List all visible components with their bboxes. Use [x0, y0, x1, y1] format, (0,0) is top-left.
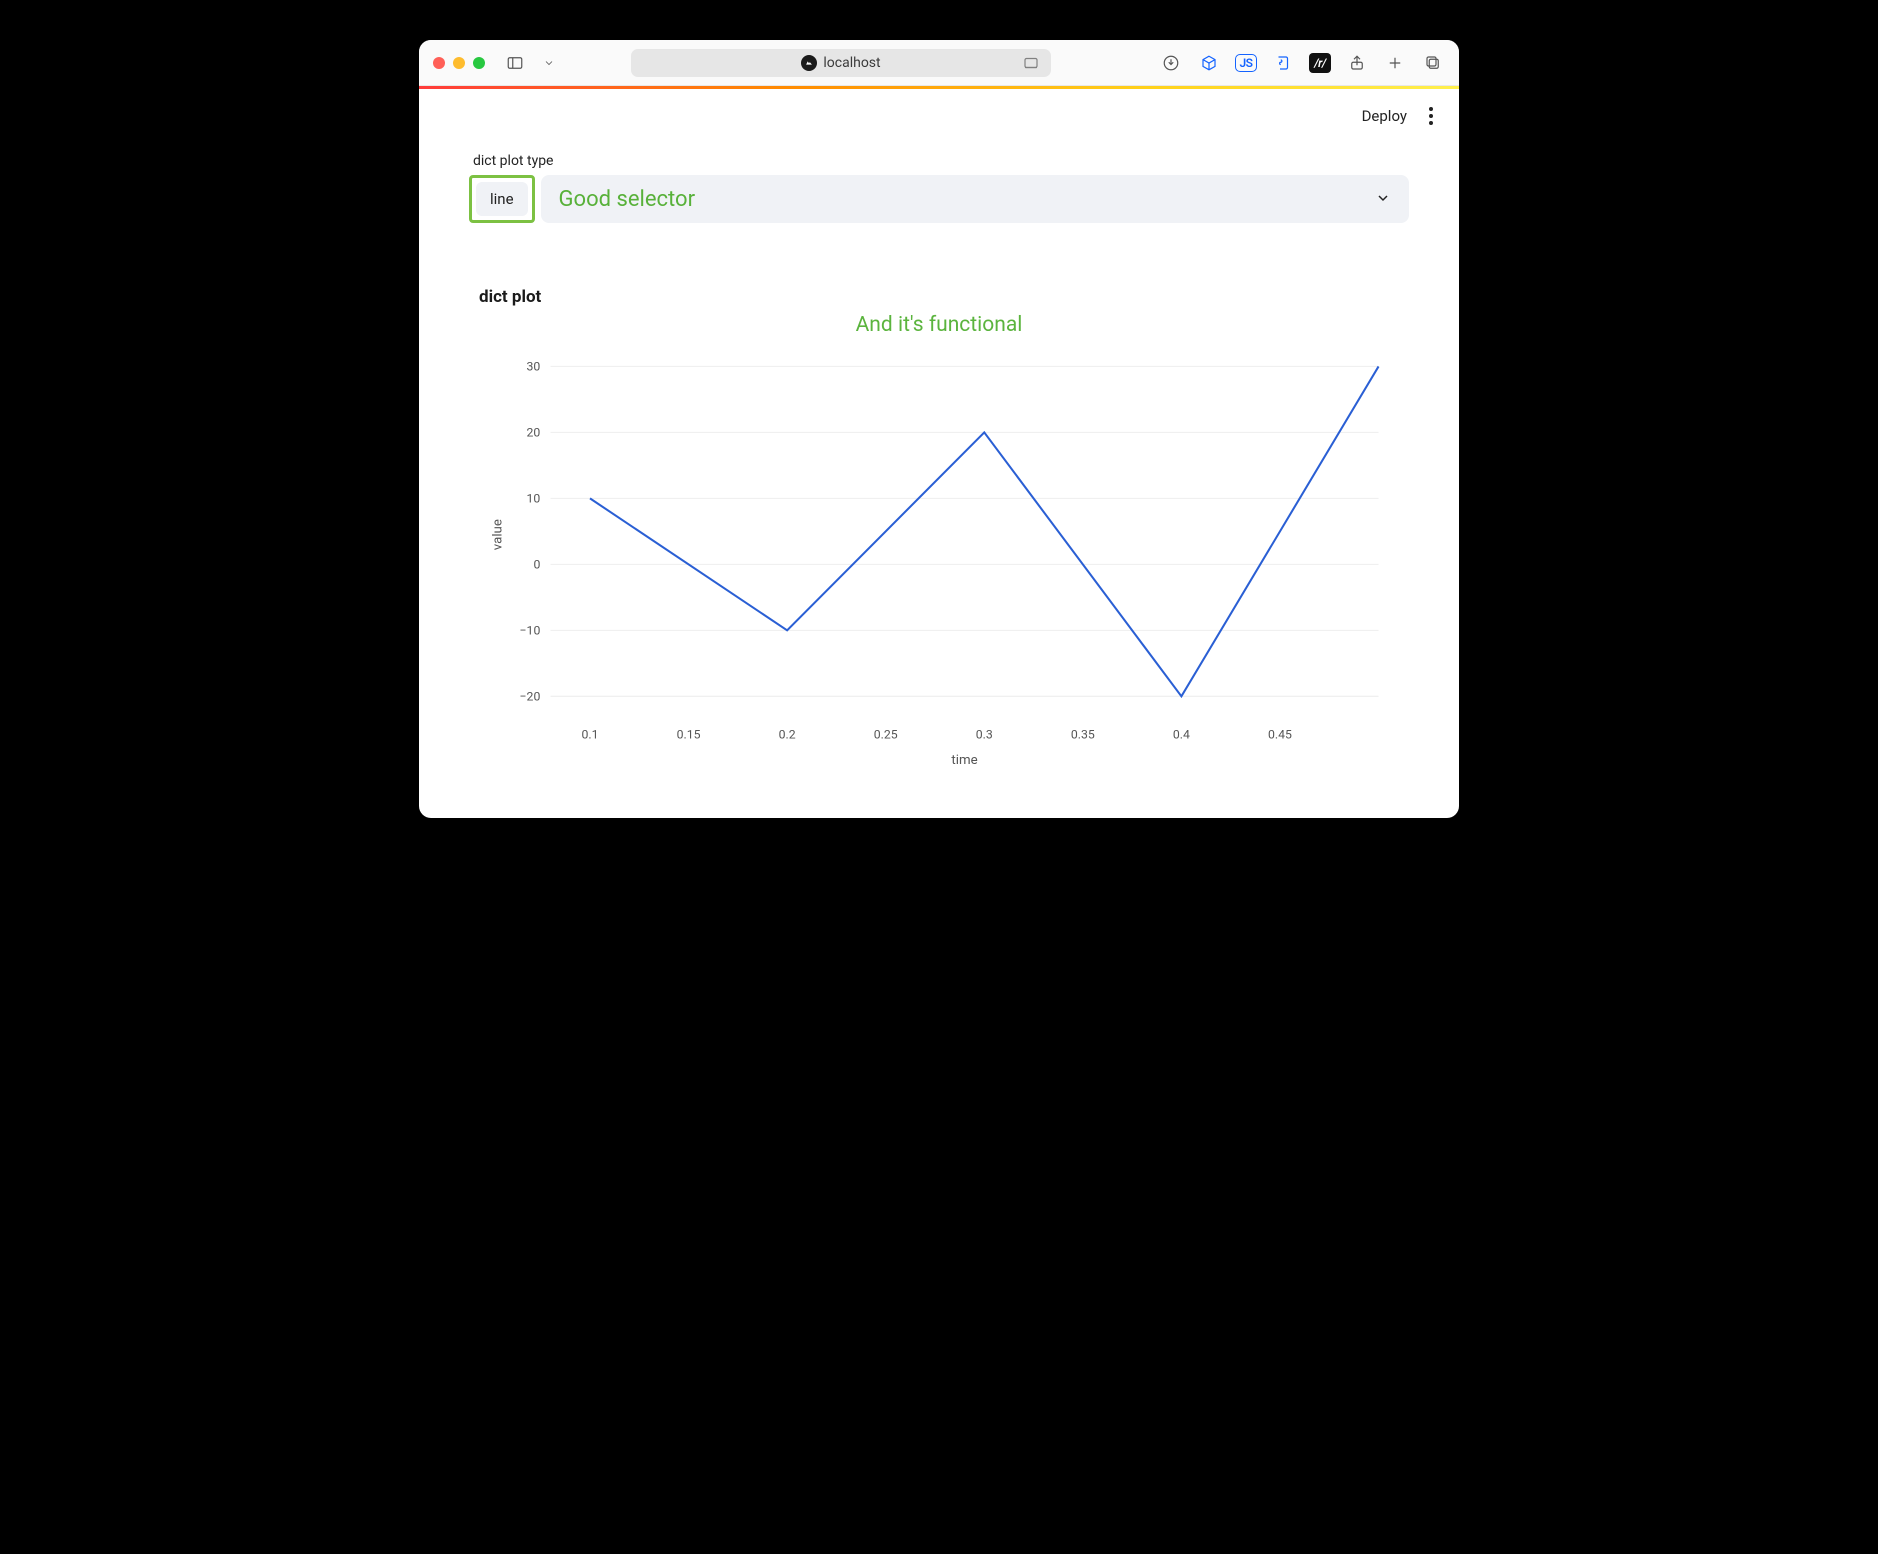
site-favicon-icon — [801, 55, 817, 71]
svg-text:0.3: 0.3 — [976, 728, 993, 742]
cube-extension-icon[interactable] — [1197, 51, 1221, 75]
modebar-home-icon[interactable] — [1391, 263, 1409, 281]
modebar-pan-icon[interactable] — [1251, 263, 1269, 281]
share-icon[interactable] — [1345, 51, 1369, 75]
selectbox-dropdown[interactable]: Good selector — [541, 175, 1409, 223]
chevron-down-icon — [1375, 187, 1391, 212]
genie-extension-icon[interactable] — [1271, 51, 1295, 75]
callout-highlight-box: line — [469, 175, 535, 223]
main-content: dict plot type line Good selector — [419, 133, 1459, 818]
svg-text:30: 30 — [527, 360, 541, 374]
svg-text:0.1: 0.1 — [581, 728, 598, 742]
modebar-autoscale-icon[interactable] — [1335, 263, 1353, 281]
modebar-camera-icon[interactable] — [1195, 263, 1213, 281]
modebar-reset-icon[interactable] — [1363, 263, 1381, 281]
plot-heading: dict plot — [479, 287, 1409, 307]
svg-text:−20: −20 — [520, 689, 541, 703]
chevron-down-icon[interactable] — [537, 51, 561, 75]
browser-toolbar-right: JS /r/ — [1159, 51, 1445, 75]
chart-svg: −20 −10 0 10 20 30 0.1 0.15 0.2 0.25 0.3 0.35 0.4 0.4… — [479, 343, 1399, 772]
browser-chrome: localhost JS /r/ — [419, 40, 1459, 86]
new-tab-icon[interactable] — [1383, 51, 1407, 75]
line-chart[interactable]: −20 −10 0 10 20 30 0.1 0.15 0.2 0.25 0.3 0.35 0.4 0.4… — [469, 343, 1409, 778]
selectbox-value: line — [490, 190, 514, 208]
svg-text:0.2: 0.2 — [779, 728, 796, 742]
browser-window: localhost JS /r/ — [419, 40, 1459, 818]
reddit-extension-icon[interactable]: /r/ — [1309, 53, 1331, 73]
svg-text:value: value — [490, 519, 505, 550]
svg-text:0.15: 0.15 — [677, 728, 701, 742]
svg-text:0.45: 0.45 — [1268, 728, 1292, 742]
address-bar[interactable]: localhost — [631, 49, 1051, 77]
svg-text:20: 20 — [527, 425, 541, 439]
modebar-zoom-icon[interactable] — [1223, 263, 1241, 281]
svg-text:0.4: 0.4 — [1173, 728, 1190, 742]
plot-subtitle-annotation: And it's functional — [469, 313, 1409, 337]
modebar-lasso-icon[interactable] — [1307, 263, 1325, 281]
svg-text:time: time — [951, 753, 977, 768]
window-minimize-button[interactable] — [453, 57, 465, 69]
modebar-box-icon[interactable] — [1279, 263, 1297, 281]
address-text: localhost — [823, 55, 880, 71]
callout-annotation-text: Good selector — [559, 187, 695, 212]
svg-text:0.35: 0.35 — [1071, 728, 1095, 742]
main-menu-icon[interactable] — [1425, 103, 1437, 129]
window-zoom-button[interactable] — [473, 57, 485, 69]
svg-text:0.25: 0.25 — [874, 728, 898, 742]
svg-text:0: 0 — [533, 557, 540, 571]
selectbox-label: dict plot type — [473, 153, 1409, 169]
plot-modebar — [469, 263, 1409, 283]
window-close-button[interactable] — [433, 57, 445, 69]
traffic-lights — [433, 57, 485, 69]
svg-text:−10: −10 — [520, 623, 541, 637]
js-extension-icon[interactable]: JS — [1235, 54, 1257, 72]
app-header: Deploy — [419, 89, 1459, 133]
svg-text:10: 10 — [527, 491, 541, 505]
reader-mode-icon[interactable] — [1019, 51, 1043, 75]
tab-overview-icon[interactable] — [1421, 51, 1445, 75]
selectbox-value-pill[interactable]: line — [476, 182, 528, 216]
deploy-button[interactable]: Deploy — [1362, 107, 1407, 125]
downloads-icon[interactable] — [1159, 51, 1183, 75]
selectbox-row: line Good selector — [469, 175, 1409, 223]
sidebar-toggle-icon[interactable] — [503, 51, 527, 75]
